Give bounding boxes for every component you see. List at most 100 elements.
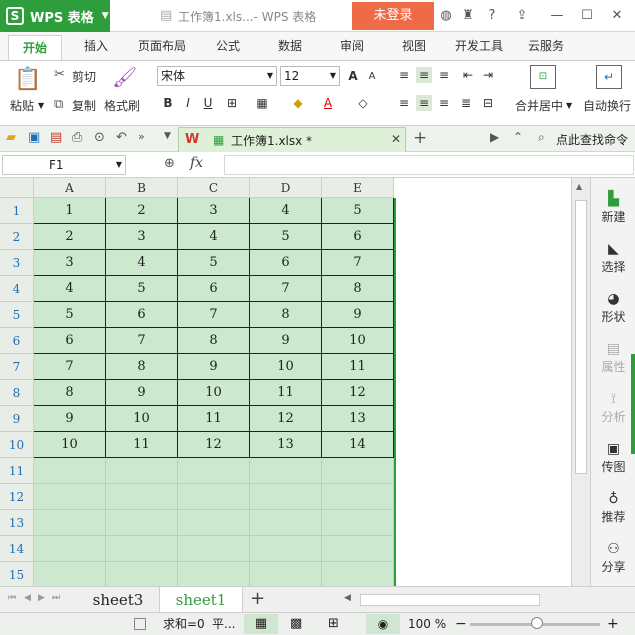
add-sheet-button[interactable]: + — [250, 588, 265, 609]
align-middle-icon[interactable]: ≡ — [416, 67, 432, 83]
empty-cell[interactable] — [322, 484, 394, 510]
table-cell[interactable]: 6 — [34, 328, 106, 354]
table-cell[interactable]: 9 — [322, 302, 394, 328]
row-header[interactable]: 13 — [0, 510, 34, 536]
align-top-icon[interactable]: ≡ — [396, 67, 412, 83]
table-cell[interactable]: 9 — [106, 380, 178, 406]
row-header[interactable]: 9 — [0, 406, 34, 432]
add-tab-icon[interactable]: + — [413, 128, 427, 148]
paste-icon[interactable]: 📋 — [14, 67, 41, 92]
table-cell[interactable]: 5 — [250, 224, 322, 250]
row-header[interactable]: 4 — [0, 276, 34, 302]
more-icon[interactable]: » — [138, 130, 145, 143]
table-cell[interactable]: 3 — [178, 198, 250, 224]
table-cell[interactable]: 1 — [34, 198, 106, 224]
table-cell[interactable]: 14 — [322, 432, 394, 458]
underline-button[interactable]: U — [200, 95, 216, 111]
sheet-tab-sheet1[interactable]: sheet1 — [159, 587, 243, 613]
name-box[interactable]: F1 ▼ — [2, 155, 126, 175]
wrap-text-button[interactable]: 自动换行 — [583, 97, 631, 114]
side-panel-item-select[interactable]: ◣ 选择 — [591, 240, 635, 275]
empty-cell[interactable] — [34, 484, 106, 510]
row-header[interactable]: 3 — [0, 250, 34, 276]
table-cell[interactable]: 4 — [106, 250, 178, 276]
scrollbar-thumb[interactable] — [575, 200, 587, 474]
table-cell[interactable]: 7 — [322, 250, 394, 276]
decrease-font-icon[interactable]: A — [364, 69, 380, 85]
table-cell[interactable]: 6 — [106, 302, 178, 328]
side-panel-item-upload-image[interactable]: ▣ 传图 — [591, 440, 635, 475]
copy-icon[interactable]: ⧉ — [54, 97, 63, 112]
empty-cell[interactable] — [322, 562, 394, 586]
tab-cloud[interactable]: 云服务 — [528, 32, 564, 60]
last-sheet-icon[interactable]: ⏭ — [52, 593, 60, 603]
empty-cell[interactable] — [34, 510, 106, 536]
table-cell[interactable]: 11 — [178, 406, 250, 432]
justify-icon[interactable]: ≣ — [458, 95, 474, 111]
print-preview-icon[interactable]: ⊙ — [94, 130, 105, 145]
empty-cell[interactable] — [322, 510, 394, 536]
help-icon[interactable]: ? — [483, 7, 501, 25]
empty-cell[interactable] — [178, 458, 250, 484]
spreadsheet-grid[interactable]: ABCDE11234522345633456744567855678966789… — [0, 178, 571, 586]
table-cell[interactable]: 8 — [106, 354, 178, 380]
first-sheet-icon[interactable]: ⏮ — [8, 593, 16, 603]
vertical-scrollbar[interactable]: ▲ — [571, 178, 590, 586]
tab-data[interactable]: 数据 — [278, 32, 302, 60]
table-cell[interactable]: 13 — [250, 432, 322, 458]
reading-mode-icon[interactable]: ◉ — [366, 614, 400, 634]
font-size-select[interactable]: 12 ▼ — [280, 66, 340, 86]
app-menu-button[interactable]: S WPS 表格 ▼ — [0, 0, 110, 32]
fill-color-icon[interactable]: ◆ — [290, 95, 306, 111]
format-painter-button[interactable]: 格式刷 — [104, 97, 140, 114]
table-cell[interactable]: 5 — [106, 276, 178, 302]
column-header-a[interactable]: A — [34, 178, 106, 198]
font-name-select[interactable]: 宋体 ▼ — [157, 66, 277, 86]
command-search[interactable]: 点此查找命令 — [556, 131, 628, 148]
column-header-e[interactable]: E — [322, 178, 394, 198]
table-cell[interactable]: 10 — [250, 354, 322, 380]
column-header-c[interactable]: C — [178, 178, 250, 198]
document-tab[interactable]: W ▦ 工作簿1.xlsx * ✕ — [178, 127, 406, 152]
fill-pattern-icon[interactable]: ▦ — [254, 95, 270, 111]
table-cell[interactable]: 11 — [106, 432, 178, 458]
empty-cell[interactable] — [106, 536, 178, 562]
italic-button[interactable]: I — [180, 95, 196, 111]
wrap-text-icon[interactable]: ↵ — [596, 65, 622, 89]
close-icon[interactable]: ✕ — [608, 7, 626, 25]
empty-cell[interactable] — [178, 536, 250, 562]
tshirt-icon[interactable]: ♜ — [459, 7, 477, 25]
row-header[interactable]: 2 — [0, 224, 34, 250]
table-cell[interactable]: 2 — [106, 198, 178, 224]
empty-cell[interactable] — [178, 562, 250, 586]
empty-cell[interactable] — [250, 484, 322, 510]
sheet-tab-sheet3[interactable]: sheet3 — [80, 587, 156, 613]
empty-cell[interactable] — [106, 562, 178, 586]
side-panel-item-shape[interactable]: ◕ 形状 — [591, 290, 635, 325]
tab-formula[interactable]: 公式 — [216, 32, 240, 60]
panel-collapse-handle[interactable] — [631, 354, 635, 454]
tab-page-layout[interactable]: 页面布局 — [138, 32, 186, 60]
align-bottom-icon[interactable]: ≡ — [436, 67, 452, 83]
row-header[interactable]: 5 — [0, 302, 34, 328]
merge-center-icon[interactable]: ⊡ — [530, 65, 556, 89]
table-cell[interactable]: 8 — [250, 302, 322, 328]
table-cell[interactable]: 6 — [178, 276, 250, 302]
table-cell[interactable]: 5 — [178, 250, 250, 276]
table-cell[interactable]: 3 — [106, 224, 178, 250]
table-cell[interactable]: 13 — [322, 406, 394, 432]
row-header[interactable]: 11 — [0, 458, 34, 484]
copy-button[interactable]: 复制 — [72, 97, 96, 114]
row-header[interactable]: 15 — [0, 562, 34, 586]
row-header[interactable]: 10 — [0, 432, 34, 458]
chevron-down-icon[interactable]: ▼ — [566, 101, 572, 110]
close-tab-icon[interactable]: ✕ — [391, 132, 401, 146]
table-cell[interactable]: 12 — [178, 432, 250, 458]
row-header[interactable]: 6 — [0, 328, 34, 354]
align-right-icon[interactable]: ≡ — [436, 95, 452, 111]
table-cell[interactable]: 8 — [178, 328, 250, 354]
table-cell[interactable]: 9 — [178, 354, 250, 380]
bold-button[interactable]: B — [160, 95, 176, 111]
horizontal-scrollbar[interactable] — [360, 594, 540, 606]
table-cell[interactable]: 11 — [322, 354, 394, 380]
